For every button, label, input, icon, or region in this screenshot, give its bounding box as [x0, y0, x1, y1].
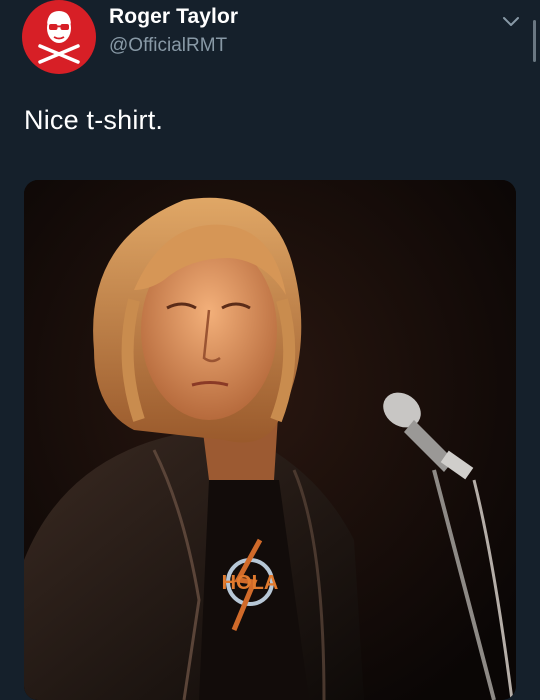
skull-crossbones-icon — [38, 11, 80, 64]
shirt-print-text: HOLA — [222, 572, 279, 594]
author-handle[interactable]: @OfficialRMT — [109, 35, 227, 57]
scrollbar[interactable] — [533, 20, 536, 62]
photo-illustration: HOLA — [24, 180, 516, 700]
chevron-down-icon[interactable] — [500, 10, 522, 32]
tweet-text: Nice t-shirt. — [24, 105, 164, 135]
author-name[interactable]: Roger Taylor — [109, 5, 238, 29]
tweet-photo[interactable]: HOLA — [24, 180, 516, 700]
avatar[interactable] — [22, 0, 96, 74]
tweet-header: Roger Taylor @OfficialRMT — [22, 0, 522, 80]
